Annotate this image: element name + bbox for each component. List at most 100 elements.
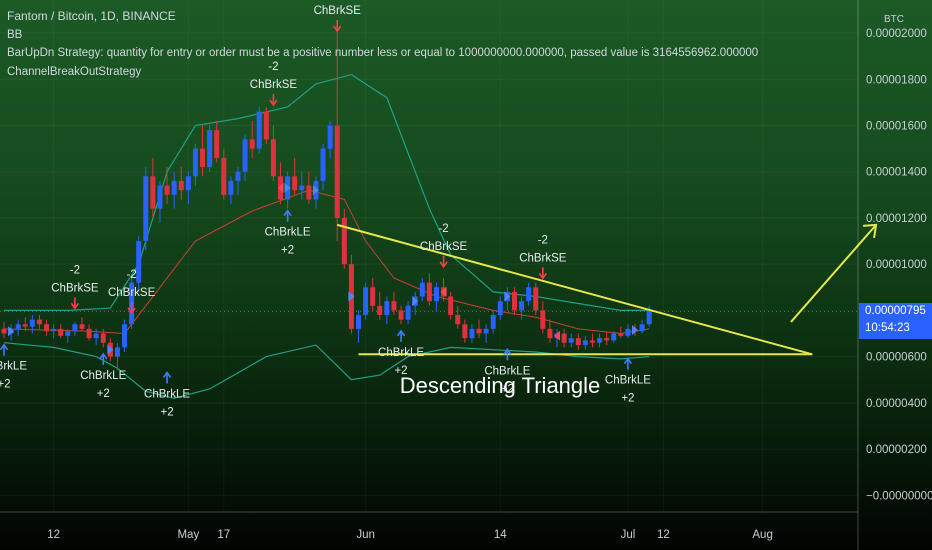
candle-body (36, 319, 42, 325)
candle-body (327, 125, 333, 149)
signal-qty: -2 (438, 223, 448, 235)
candle-body (589, 340, 595, 343)
signal-label: ChBrkSE (420, 241, 468, 253)
price-chart[interactable]: Descending Triangle ChBrkSE -2 ChBrkSE -2 Ch… (0, 0, 932, 550)
signal-qty: -2 (538, 234, 548, 246)
bar-countdown: 10:54:23 (865, 321, 910, 334)
candle-body (490, 315, 496, 329)
indicator-legend: Fantom / Bitcoin, 1D, BINANCE BB BarUpDn… (7, 7, 758, 81)
candle-body (171, 180, 177, 195)
candle-body (157, 185, 163, 209)
signal-label: ChBrkLE (265, 227, 311, 239)
x-tick-label: May (177, 529, 199, 541)
y-tick-label: 0.00002000 (866, 28, 927, 40)
candle-body (455, 315, 461, 325)
candle-body (561, 333, 567, 343)
candle-body (292, 176, 298, 191)
candle-body (86, 328, 92, 339)
candle-body (497, 301, 503, 316)
signal-qty: +2 (97, 388, 110, 400)
candle-body (306, 185, 312, 200)
signal-qty: +2 (0, 379, 11, 391)
x-tick-label: Jun (356, 529, 375, 541)
candle-body (270, 139, 276, 177)
signal-label: ChBrkLE (484, 365, 530, 377)
y-tick-label: 0.00000400 (866, 398, 927, 410)
candle-body (136, 241, 142, 283)
candle-body (242, 139, 248, 172)
candle-body (639, 324, 645, 332)
candle-body (469, 328, 475, 339)
candle-body (540, 310, 546, 329)
currency-label: BTC (884, 14, 904, 25)
candle-body (221, 157, 227, 195)
candle-body (249, 139, 255, 149)
candle-body (597, 338, 603, 343)
signal-qty: +2 (501, 383, 514, 395)
candle-body (405, 305, 411, 320)
candle-body (398, 310, 404, 320)
candle-body (185, 176, 191, 191)
y-tick-label: 0.00001600 (866, 120, 927, 132)
signal-label: ChBrkLE (144, 388, 190, 400)
candle-body (214, 130, 220, 158)
signal-label: ChBrkSE (51, 282, 99, 294)
indicator-barupdn[interactable]: BarUpDn Strategy: quantity for entry or … (7, 44, 758, 63)
signal-label: ChBrkLE (80, 370, 126, 382)
bb-upper-band (4, 73, 650, 311)
candle-body (235, 171, 241, 181)
y-tick-label: 0.00001400 (866, 167, 927, 179)
candle-body (29, 319, 35, 327)
candle-body (575, 338, 581, 346)
y-tick-label: 0.00001200 (866, 213, 927, 225)
y-tick-label: 0.00001800 (866, 74, 927, 86)
candle-body (44, 324, 50, 332)
signal-label: ChBrkSE (519, 252, 567, 264)
signal-label: ChBrkLE (605, 375, 651, 387)
candle-body (384, 301, 390, 316)
candle-body (51, 328, 57, 332)
candle-body (363, 287, 369, 316)
indicator-channelbreakout[interactable]: ChannelBreakOutStrategy (7, 63, 758, 82)
candle-body (476, 328, 482, 334)
candle-body (207, 130, 213, 168)
candle-body (625, 328, 631, 336)
candle-body (377, 305, 383, 316)
indicator-bb[interactable]: BB (7, 26, 758, 45)
signal-qty: +2 (621, 393, 634, 405)
candle-body (150, 176, 156, 209)
candle-body (533, 287, 539, 311)
candle-body (483, 328, 489, 334)
candle-body (164, 185, 170, 195)
symbol-title[interactable]: Fantom / Bitcoin, 1D, BINANCE (7, 7, 758, 26)
candle-body (228, 180, 234, 195)
x-tick-label: 17 (217, 529, 230, 541)
candle-body (256, 111, 262, 149)
candle-body (526, 287, 532, 302)
candle-body (391, 301, 397, 311)
signal-qty: -2 (70, 264, 80, 276)
candle-body (15, 324, 21, 329)
candle-body (320, 148, 326, 181)
candle-body (356, 315, 361, 329)
candle-body (433, 287, 439, 302)
x-tick-label: 12 (47, 529, 60, 541)
last-price-tag: 0.00000795 10:54:23 (859, 302, 932, 339)
signal-qty: +2 (394, 365, 407, 377)
x-tick-label: 12 (657, 529, 670, 541)
candle-body (611, 333, 617, 341)
triangle-resistance-line (336, 223, 813, 356)
candle-body (370, 287, 376, 306)
candle-body (72, 324, 78, 332)
signal-label: ChBrkLE (378, 347, 424, 359)
candle-body (426, 282, 432, 302)
candle-body (582, 340, 588, 346)
candle-body (419, 282, 425, 297)
bollinger-bands (3, 73, 650, 399)
candle-body (122, 324, 128, 348)
candle-body (114, 347, 120, 357)
signal-qty: +2 (161, 406, 174, 418)
candle-body (341, 217, 347, 265)
candle-body (547, 328, 553, 339)
y-tick-label: 0.00001000 (866, 259, 927, 271)
